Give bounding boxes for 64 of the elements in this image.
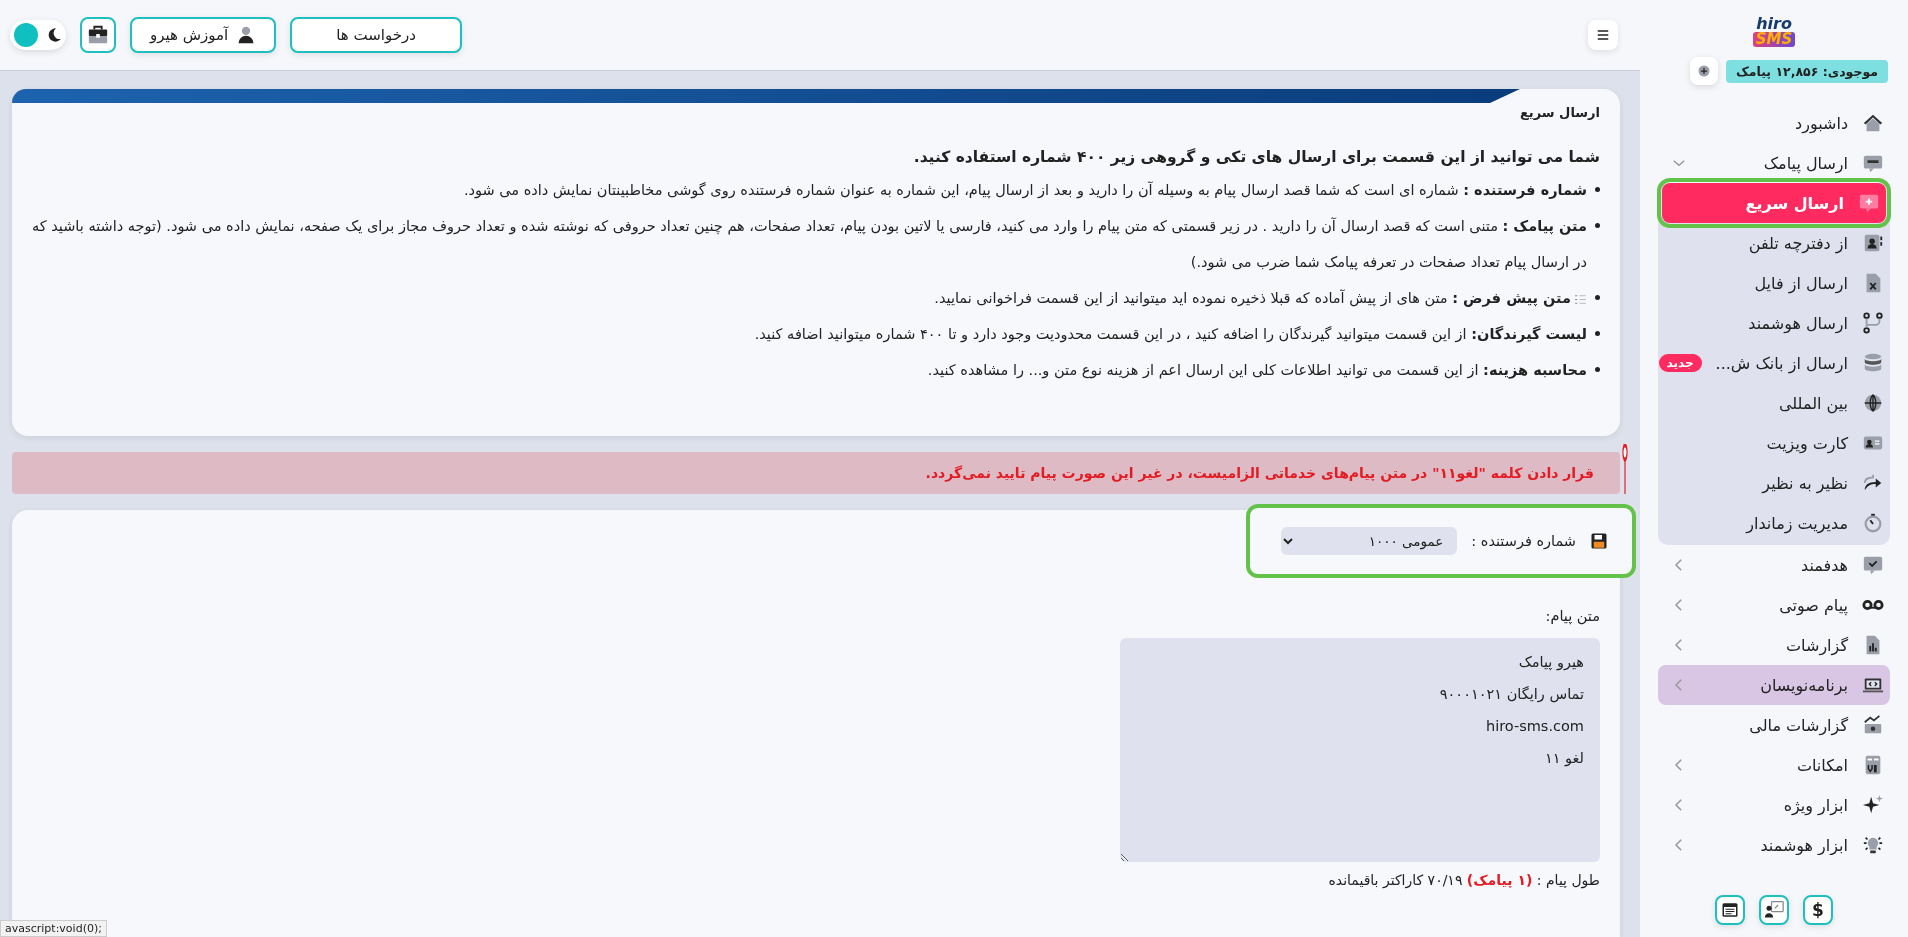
bullet-text: متن پیامک : متنی است که قصد ارسال آن را دارید . در زیر قسمتی که متن پیام را وارد می کنید، فارسی یا لاتین بودن پیام، تعداد صفحات، هم چنین تعداد حروفی که نوشته شده و تعداد حروف مجاز برای یک صفحه، نمایش داده می شود. (توجه داشته باشید که در ارسال پیام تعداد صفحات در تعرفه پیامک شما ضرب می شود.) [30, 216, 1587, 273]
sidebar-item[interactable]: ابزار ویژه [1658, 785, 1890, 825]
sidebar-item[interactable]: برنامه‌نویسان [1658, 665, 1890, 705]
currency-button[interactable]: $ [1803, 895, 1833, 925]
logo: hiro SMS [1746, 14, 1802, 49]
presentation-button[interactable] [1759, 895, 1789, 925]
timer-icon [1862, 512, 1884, 534]
briefcase-button[interactable] [80, 17, 116, 53]
message-length-text: طول پیام : (۱ پیامک) ۷۰/۱۹ کاراکتر باقیمانده [1328, 872, 1600, 888]
chat-plus-icon [1858, 192, 1880, 214]
bullet-dot [1595, 187, 1600, 192]
bullet-text: محاسبه هزینه: از این قسمت می توانید اطلاعات کلی این ارسال اعم از هزینه نوع متن و... را مشاهده کنید. [926, 361, 1587, 381]
sender-select[interactable]: عمومی ۱۰۰۰ [1281, 527, 1458, 555]
submenu-item[interactable]: کارت ویزیت [1658, 423, 1890, 463]
sidebar-item[interactable]: گزارشات مالی [1658, 705, 1890, 745]
briefcase-icon [87, 24, 109, 46]
window-icon [1721, 901, 1739, 919]
plus-icon [1698, 65, 1711, 77]
chat-check-icon [1862, 554, 1884, 576]
warning-text: قرار دادن کلمه "لغو۱۱" در متن پیام‌های خدماتی الزامیست، در غیر این صورت پیام تایید نمی‌گردد. [925, 465, 1594, 481]
intro-text: شما می توانید از این قسمت برای ارسال های تکی و گروهی زیر ۴۰۰ شماره استفاده کنید. [912, 148, 1600, 166]
menu-icon [1596, 28, 1610, 42]
bullet-text: لیست گیرندگان: از این قسمت میتوانید گیرندگان را اضافه کنید ، در این قسمت محدودیت وجود دارد و تا ۴۰۰ شماره میتوانید اضافه کنید. [753, 325, 1587, 345]
menu-button[interactable] [1588, 20, 1618, 50]
balance-badge: موجودی: ۱۲,۸۵۶ پیامک [1726, 59, 1888, 83]
new-badge: جدید [1658, 354, 1702, 372]
field-label: شماره فرستنده : [1471, 533, 1576, 549]
bullet-dot [1595, 367, 1600, 372]
sidebar-item[interactable]: امکانات [1658, 745, 1890, 785]
lightbulb-icon [1862, 834, 1884, 855]
bullet-text: شماره فرستنده : شماره ای است که شما قصد ارسال پیام به وسیله آن را دارید و بعد از ارسال پیام، این شماره به عنوان شماره فرستنده روی گوشی مخاطبینتان نمایش داده می شود. [462, 180, 1587, 201]
sidebar-item[interactable]: هدفمند [1658, 545, 1890, 585]
sidebar-item[interactable]: پیام صوتی [1658, 585, 1890, 625]
bullet-text: متن پیش فرض : متن های از پیش آماده که قبلا ذخیره نموده اید میتوانید از این قسمت فراخوانی نمایید. [28, 280, 1587, 316]
submenu-item[interactable]: از دفترچه تلفن [1658, 223, 1890, 263]
field-label: متن پیام: [1545, 608, 1600, 624]
submenu-item[interactable]: ارسال از فایل [1658, 263, 1890, 303]
database-icon [1862, 352, 1884, 374]
sidebar-item[interactable]: گزارشات [1658, 625, 1890, 665]
theme-toggle[interactable] [10, 20, 66, 50]
submenu-item[interactable]: نظیر به نظیر [1658, 463, 1890, 503]
tutorial-button[interactable]: آموزش هیرو [130, 17, 277, 53]
bullet-dot [1595, 331, 1600, 336]
submenu-item[interactable]: ارسال از بانک ش... جدید [1658, 343, 1890, 383]
submenu-item[interactable]: بین المللی [1658, 383, 1890, 423]
status-tooltip: avascript:void(0); [0, 920, 107, 937]
bullet-dot [1595, 223, 1600, 228]
sidebar-item[interactable]: ارسال پیامک [1658, 143, 1890, 183]
requests-button[interactable]: درخواست ها [290, 17, 462, 53]
card-title: ارسال سریع [1518, 105, 1600, 120]
sidebar-item[interactable]: داشبورد [1658, 103, 1890, 143]
submenu-item[interactable]: ارسال هوشمند [1658, 303, 1890, 343]
presenter-icon [1764, 900, 1784, 920]
add-credit-button[interactable] [1690, 57, 1719, 85]
money-chart-icon [1862, 714, 1884, 736]
globe-icon [1862, 392, 1884, 414]
sidebar-item[interactable]: ابزار هوشمند [1658, 825, 1890, 855]
contact-card-icon [1862, 232, 1884, 254]
moon-icon [46, 27, 62, 43]
branch-icon [1862, 312, 1884, 334]
window-button[interactable] [1715, 895, 1745, 925]
submenu-item[interactable]: مدیریت زماندار [1658, 503, 1890, 543]
home-icon [1862, 112, 1884, 134]
bullet-dot [1595, 295, 1600, 300]
